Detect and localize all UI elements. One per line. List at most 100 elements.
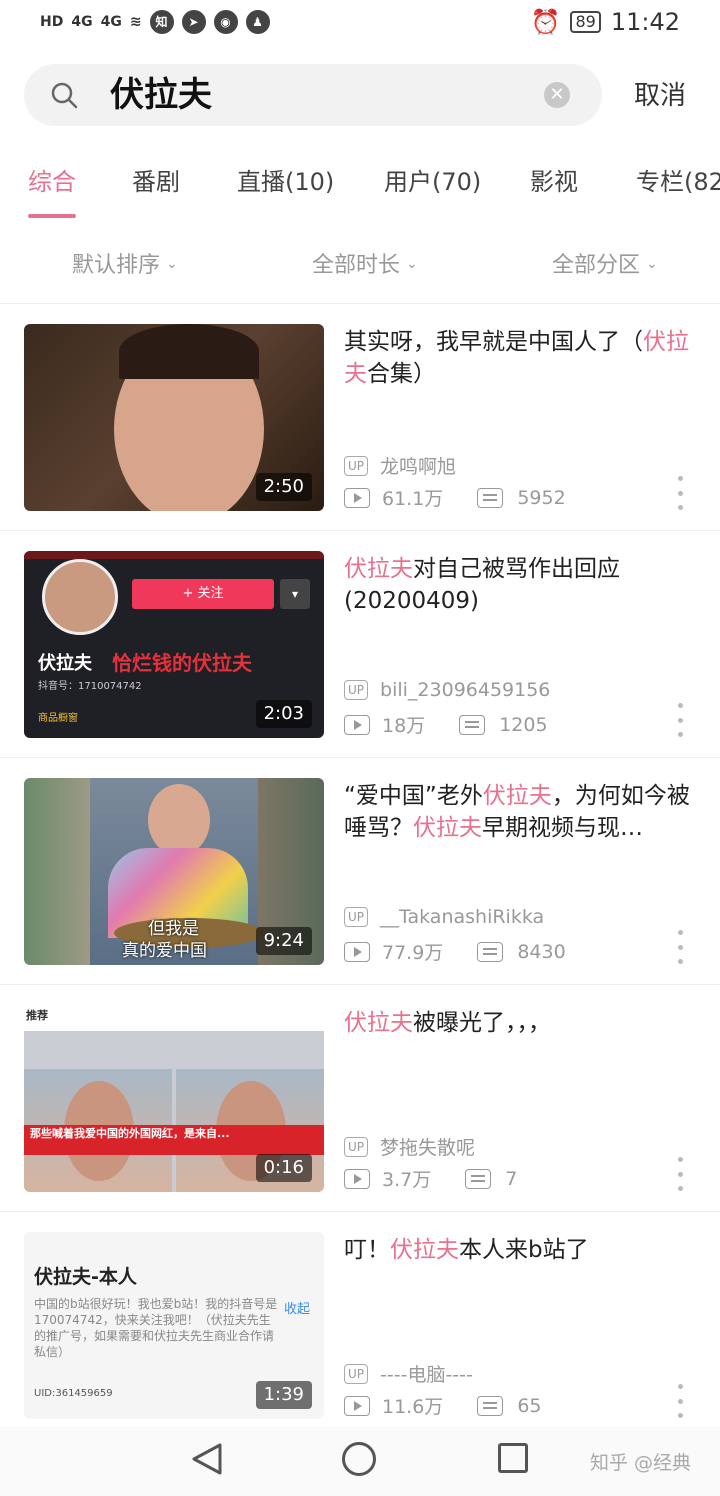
- play-count-icon: [344, 714, 370, 735]
- video-title[interactable]: 叮！伏拉夫本人来b站了: [344, 1234, 690, 1298]
- clear-icon[interactable]: ✕: [544, 82, 570, 108]
- tab-comprehensive[interactable]: 综合: [28, 164, 76, 200]
- video-thumbnail[interactable]: + 关注 ▾ 伏拉夫 恰烂钱的伏拉夫 抖音号：1710074742 商品橱窗 2…: [24, 551, 324, 738]
- stats-row: 3.7万 7: [344, 1165, 517, 1192]
- watermark: 知乎 @经典: [590, 1452, 692, 1474]
- more-options-icon[interactable]: [676, 703, 684, 737]
- thumbnail-avatar: [42, 559, 118, 635]
- thumbnail-header: [24, 1005, 324, 1031]
- uploader-row[interactable]: UP 梦拖失散呢: [344, 1133, 475, 1160]
- zhihu-notification-icon: 知: [149, 10, 174, 34]
- uploader-name: ----电脑----: [380, 1364, 473, 1386]
- title-text: 其实呀，我早就是中国人了（: [344, 329, 643, 355]
- video-duration: 2:50: [255, 473, 312, 501]
- tab-anime[interactable]: 番剧: [132, 164, 180, 200]
- video-result-item[interactable]: 推荐 那些喊着我爱中国的外国网红，是来自... 0:16 伏拉夫被曝光了，，， …: [0, 985, 720, 1212]
- video-thumbnail[interactable]: 2:50: [24, 324, 324, 511]
- up-badge-icon: UP: [344, 455, 369, 476]
- cancel-button[interactable]: 取消: [634, 76, 686, 116]
- thumbnail-uid: UID:361459659: [34, 1388, 113, 1399]
- uploader-row[interactable]: UP bili_23096459156: [344, 679, 550, 701]
- view-count: 18万: [382, 715, 426, 737]
- zone-filter-label: 全部分区: [552, 253, 641, 278]
- thumbnail-shop: 商品橱窗: [38, 713, 78, 724]
- uploader-name: 梦拖失散呢: [380, 1137, 476, 1159]
- danmaku-count: 1205: [499, 713, 548, 736]
- more-options-icon[interactable]: [676, 1384, 684, 1418]
- uploader-name: 龙鸣啊旭: [380, 456, 457, 478]
- system-nav-bar: 知乎 @经典: [0, 1426, 720, 1496]
- video-duration: 1:39: [255, 1381, 312, 1409]
- thumbnail-hair: [119, 324, 259, 379]
- view-count: 77.9万: [382, 942, 444, 964]
- title-highlight: 伏拉夫: [344, 556, 413, 582]
- category-tabs: 综合 番剧 直播(10) 用户(70) 影视 专栏(82: [0, 160, 720, 220]
- play-count-icon: [344, 1168, 370, 1189]
- uploader-row[interactable]: UP 龙鸣啊旭: [344, 452, 456, 479]
- video-result-item[interactable]: 但我是 真的爱中国 9:24 “爱中国”老外伏拉夫，为何如今被唾骂？伏拉夫早期视…: [0, 758, 720, 985]
- signal-icon: 4G: [71, 14, 93, 30]
- more-options-icon[interactable]: [676, 1157, 684, 1191]
- view-count: 3.7万: [382, 1169, 432, 1191]
- video-thumbnail[interactable]: 但我是 真的爱中国 9:24: [24, 778, 324, 965]
- tab-users[interactable]: 用户(70): [384, 164, 481, 200]
- uploader-row[interactable]: UP ----电脑----: [344, 1360, 473, 1387]
- zone-filter[interactable]: 全部分区 ⌄: [552, 248, 658, 282]
- title-text: 早期视频与现…: [482, 815, 643, 841]
- play-count-icon: [344, 941, 370, 962]
- video-result-item[interactable]: 伏拉夫-本人 收起 中国的b站很好玩！我也爱b站！我的抖音号是170074742…: [0, 1212, 720, 1439]
- danmaku-count: 5952: [517, 486, 566, 509]
- thumbnail-name: 伏拉夫-本人: [34, 1266, 137, 1288]
- title-text: 本人来b站了: [459, 1237, 589, 1263]
- thumbnail-bio: 中国的b站很好玩！我也爱b站！我的抖音号是170074742，快来关注我吧！（伏…: [34, 1297, 278, 1359]
- thumbnail-banner: 恰烂钱的伏拉夫: [112, 651, 252, 675]
- video-duration: 9:24: [255, 927, 312, 955]
- thumbnail-collapse: 收起: [284, 1302, 311, 1317]
- thumbnail-face: [148, 784, 210, 856]
- sort-filter[interactable]: 默认排序 ⌄: [72, 248, 178, 282]
- filter-bar: 默认排序 ⌄ 全部时长 ⌄ 全部分区 ⌄: [0, 240, 720, 304]
- video-title[interactable]: 伏拉夫对自己被骂作出回应(20200409): [344, 553, 690, 617]
- hd-indicator: HD: [40, 14, 64, 30]
- tab-movies[interactable]: 影视: [530, 164, 578, 200]
- up-badge-icon: UP: [344, 1136, 369, 1157]
- alarm-icon: ⏰: [530, 8, 561, 36]
- thumbnail-tag: 推荐: [26, 1009, 48, 1022]
- up-badge-icon: UP: [344, 680, 369, 700]
- stats-row: 18万 1205: [344, 711, 548, 738]
- recent-apps-icon[interactable]: [498, 1443, 528, 1473]
- stats-row: 11.6万 65: [344, 1392, 542, 1419]
- play-count-icon: [344, 1395, 370, 1416]
- danmaku-count: 65: [517, 1394, 542, 1417]
- more-options-icon[interactable]: [676, 930, 684, 964]
- video-thumbnail[interactable]: 推荐 那些喊着我爱中国的外国网红，是来自... 0:16: [24, 1005, 324, 1192]
- thumbnail-follow-button: + 关注: [132, 579, 274, 609]
- danmaku-count-icon: [477, 1395, 504, 1416]
- video-title[interactable]: 伏拉夫被曝光了，，，: [344, 1007, 690, 1071]
- uploader-name: bili_23096459156: [380, 679, 551, 701]
- thumbnail-name: 伏拉夫: [38, 653, 92, 674]
- uploader-row[interactable]: UP __TakanashiRikka: [344, 906, 544, 928]
- video-thumbnail[interactable]: 伏拉夫-本人 收起 中国的b站很好玩！我也爱b站！我的抖音号是170074742…: [24, 1232, 324, 1419]
- video-title[interactable]: “爱中国”老外伏拉夫，为何如今被唾骂？伏拉夫早期视频与现…: [344, 780, 690, 844]
- tab-live[interactable]: 直播(10): [237, 164, 334, 200]
- view-count: 61.1万: [382, 488, 444, 510]
- back-icon[interactable]: [190, 1442, 224, 1476]
- duration-filter[interactable]: 全部时长 ⌄: [312, 248, 418, 282]
- video-title[interactable]: 其实呀，我早就是中国人了（伏拉夫合集）: [344, 326, 690, 390]
- search-input[interactable]: 伏拉夫 ✕: [24, 64, 602, 126]
- danmaku-count: 8430: [517, 940, 566, 963]
- title-text: 合集）: [367, 361, 436, 387]
- video-result-item[interactable]: + 关注 ▾ 伏拉夫 恰烂钱的伏拉夫 抖音号：1710074742 商品橱窗 2…: [0, 531, 720, 758]
- thumbnail-banner: 那些喊着我爱中国的外国网红，是来自...: [30, 1127, 230, 1140]
- tab-articles[interactable]: 专栏(82: [636, 164, 720, 200]
- home-icon[interactable]: [342, 1442, 376, 1476]
- wifi-icon: ≋: [129, 14, 142, 30]
- video-result-item[interactable]: 2:50 其实呀，我早就是中国人了（伏拉夫合集） UP 龙鸣啊旭 61.1万 5…: [0, 304, 720, 531]
- status-bar: HD 4G 4G ≋ 知 ➤ ◉ ♟ ⏰ 89 11:42: [0, 0, 720, 50]
- thumbnail-account-id: 抖音号：1710074742: [38, 681, 142, 692]
- video-duration: 2:03: [255, 700, 312, 728]
- up-badge-icon: UP: [344, 1363, 369, 1384]
- thumbnail-dropdown-icon: ▾: [280, 579, 310, 609]
- more-options-icon[interactable]: [676, 476, 684, 510]
